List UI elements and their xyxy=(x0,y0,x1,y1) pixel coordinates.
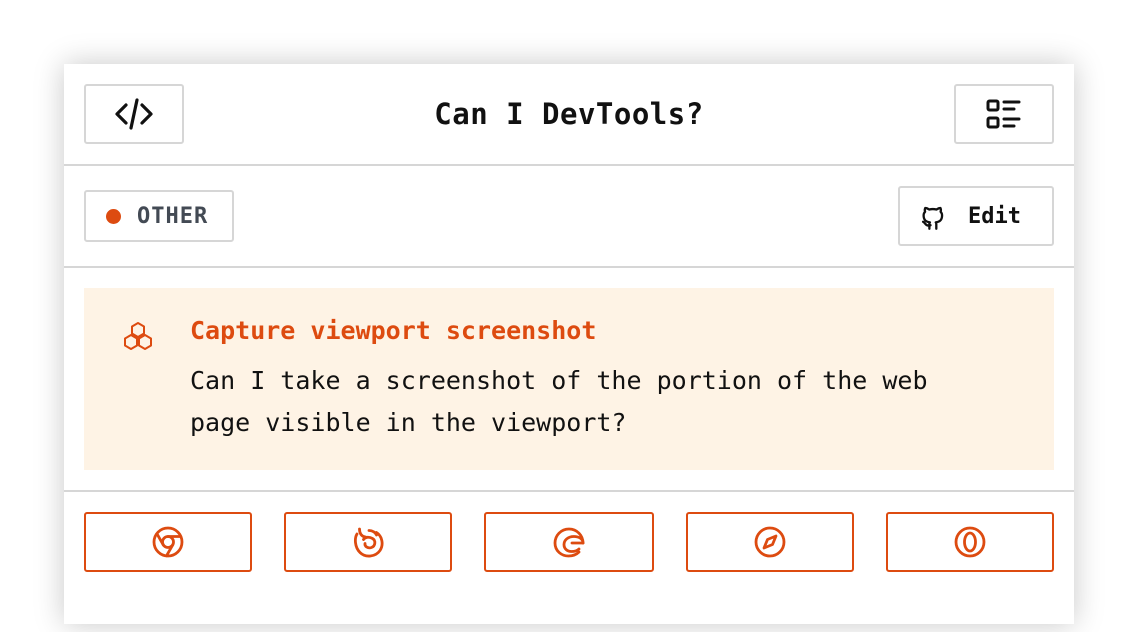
browser-button-chrome[interactable] xyxy=(84,512,252,572)
header-bar: Can I DevTools? xyxy=(64,64,1074,166)
feature-card: Can I DevTools? OTHER Edit Capture viewp… xyxy=(64,64,1074,624)
feature-description: Can I take a screenshot of the portion o… xyxy=(190,366,928,437)
browser-button-firefox[interactable] xyxy=(284,512,452,572)
code-icon xyxy=(115,98,153,130)
feature-title: Capture viewport screenshot xyxy=(190,316,597,345)
category-label: OTHER xyxy=(137,203,209,229)
code-button[interactable] xyxy=(84,84,184,144)
edit-on-github-button[interactable]: Edit xyxy=(898,186,1054,246)
browser-button-safari[interactable] xyxy=(686,512,854,572)
chrome-icon xyxy=(152,526,184,558)
meta-bar: OTHER Edit xyxy=(64,166,1074,268)
hexagons-icon xyxy=(124,322,152,350)
edit-label: Edit xyxy=(968,203,1021,229)
edge-icon xyxy=(553,527,585,558)
category-dot xyxy=(106,208,121,224)
browser-support-bar xyxy=(64,492,1074,632)
browser-button-opera[interactable] xyxy=(886,512,1054,572)
safari-icon xyxy=(754,526,786,558)
firefox-icon xyxy=(354,527,384,558)
list-icon xyxy=(986,99,1021,129)
feature-panel: Capture viewport screenshot Can I take a… xyxy=(84,288,1054,470)
page-title: Can I DevTools? xyxy=(434,97,704,131)
feature-section: Capture viewport screenshot Can I take a… xyxy=(64,268,1074,492)
opera-icon xyxy=(954,526,986,558)
github-icon xyxy=(921,206,944,230)
category-badge[interactable]: OTHER xyxy=(84,190,234,242)
browser-button-edge[interactable] xyxy=(484,512,654,572)
feature-list-button[interactable] xyxy=(954,84,1054,144)
